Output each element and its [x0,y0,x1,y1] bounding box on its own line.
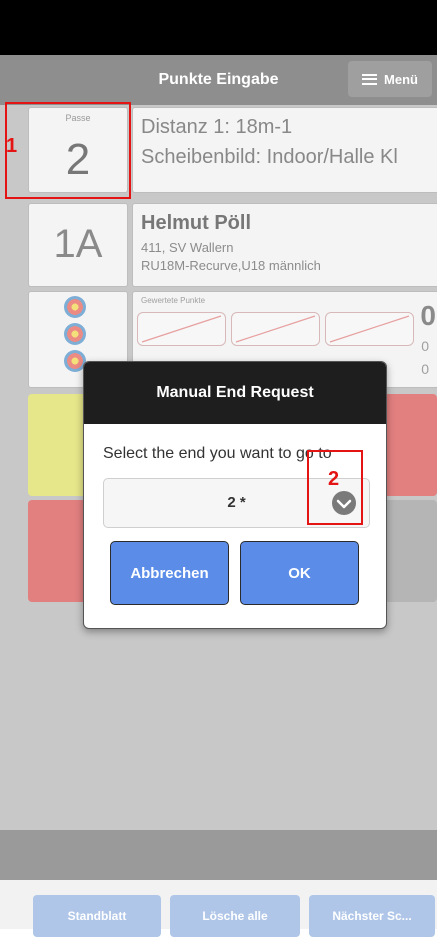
score-key-red[interactable] [28,500,88,602]
top-toolbar: Punkte Eingabe Menü [0,55,437,105]
annotation-marker-1: 1 [6,135,18,157]
empty-slot-icon [141,315,222,343]
empty-slot-icon [235,315,316,343]
total-score: 0 [420,300,436,331]
sub-score: 0 [421,338,429,354]
bottom-strip [0,830,437,880]
arrow-score-slot[interactable] [231,312,320,346]
delete-all-button[interactable]: Lösche alle [170,895,300,937]
menu-button-label: Menü [384,71,418,87]
empty-slot-icon [329,315,410,343]
score-key-yellow[interactable] [28,394,88,496]
dialog-message: Select the end you want to go to [103,445,332,462]
target-face-icon [64,323,86,345]
menu-button[interactable]: Menü [348,61,432,97]
sub-score: 0 [421,361,429,377]
ok-button[interactable]: OK [240,541,359,605]
athlete-class: RU18M-Recurve,U18 männlich [141,258,321,273]
target-face-icon [64,296,86,318]
hamburger-icon [362,73,378,85]
cancel-button[interactable]: Abbrechen [110,541,229,605]
score-key-red[interactable] [380,394,437,496]
annotation-marker-2: 2 [328,468,340,490]
annotation-box-1 [5,102,131,199]
dialog-title: Manual End Request [84,362,386,424]
athlete-info: Helmut Pöll 411, SV Wallern RU18M-Recurv… [132,203,437,287]
arrow-score-slot[interactable] [325,312,414,346]
distance-text: Distanz 1: 18m-1 [141,116,293,138]
target-face-text: Scheibenbild: Indoor/Halle Kl [141,146,398,168]
arrow-score-slot[interactable] [137,312,226,346]
score-key-gray[interactable] [380,500,437,602]
athlete-club: 411, SV Wallern [141,240,234,255]
status-bar [0,0,437,55]
score-label: Gewertete Punkte [141,296,206,305]
next-shooter-button[interactable]: Nächster Sc... [309,895,435,937]
athlete-code: 1A [53,222,103,266]
distance-info: Distanz 1: 18m-1 Scheibenbild: Indoor/Ha… [132,107,437,193]
standblatt-button[interactable]: Standblatt [33,895,161,937]
athlete-name: Helmut Pöll [141,212,252,234]
athlete-code-box: 1A [28,203,128,287]
